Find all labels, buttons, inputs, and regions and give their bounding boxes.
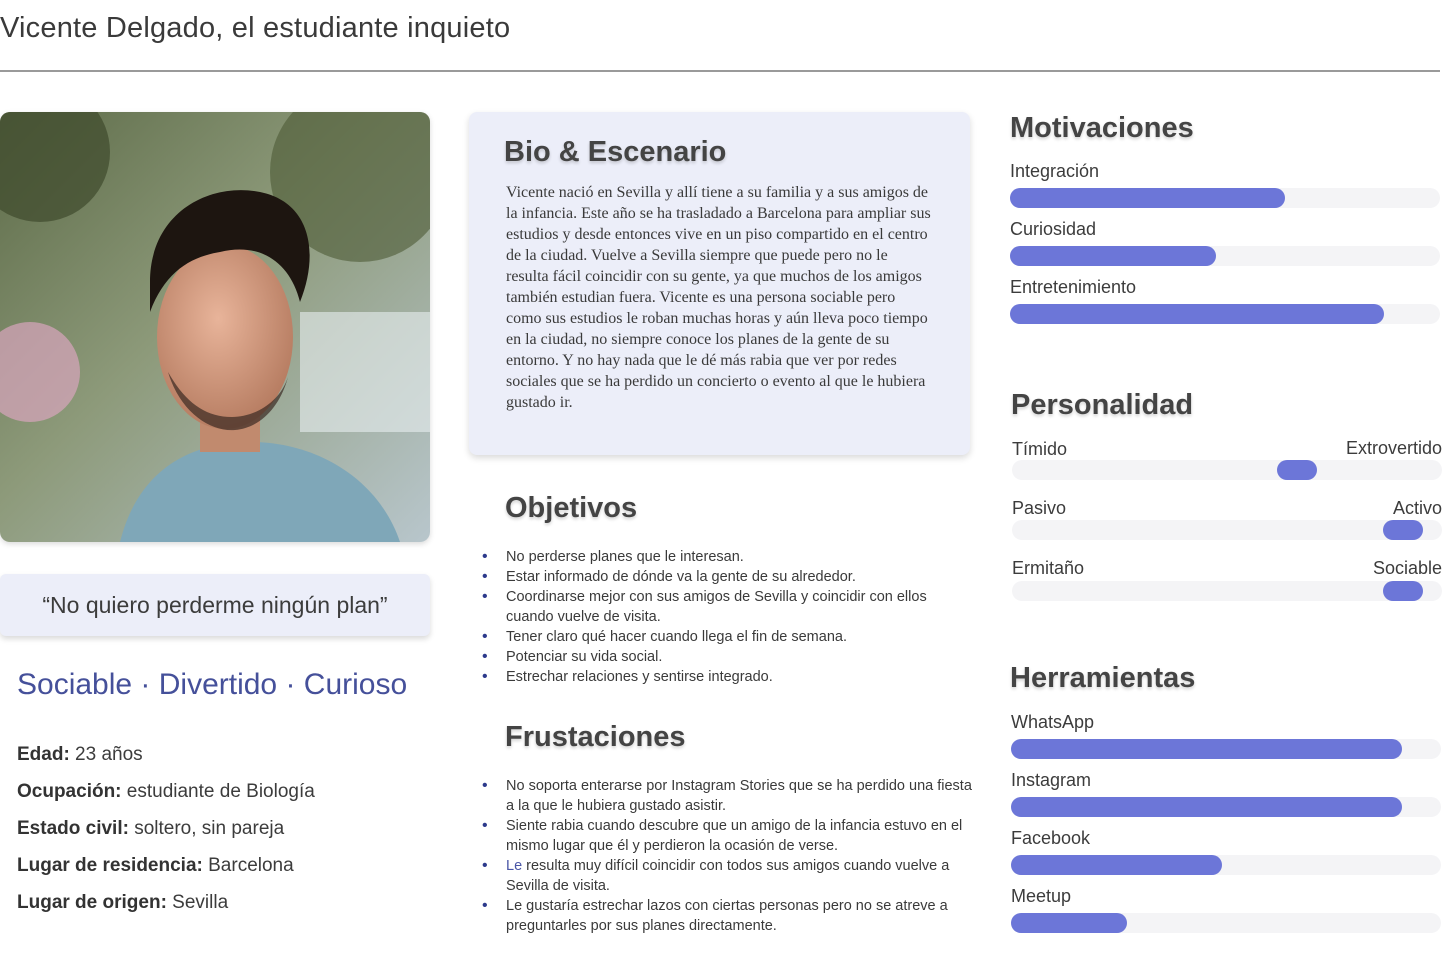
bio-card: Bio & Escenario Vicente nació en Sevilla… (469, 112, 970, 455)
tool-fill (1011, 797, 1403, 817)
fact-value: soltero, sin pareja (128, 818, 285, 839)
fact-label: Lugar de origen: (17, 892, 167, 913)
list-item: Estrechar relaciones y sentirse integrad… (482, 667, 974, 687)
item-text: Le gustaría estrechar lazos con ciertas … (506, 898, 948, 934)
fact-value: Sevilla (166, 892, 229, 913)
fact-origin: Lugar de origen: Sevilla (17, 892, 315, 915)
personality-scale (1012, 520, 1442, 540)
frustrations-heading: Frustaciones (505, 721, 686, 753)
motivation-fill (1010, 304, 1385, 324)
list-item: Tener claro qué hacer cuando llega el fi… (482, 627, 974, 647)
objectives-list: No perderse planes que le interesan. Est… (482, 547, 974, 687)
motivation-label: Integración (1010, 161, 1100, 181)
item-text: No soporta enterarse por Instagram Stori… (506, 778, 972, 814)
list-item: No perderse planes que le interesan. (482, 547, 974, 567)
frustrations-list: No soporta enterarse por Instagram Stori… (482, 776, 974, 936)
fact-label: Lugar de residencia: (17, 855, 203, 876)
motivation-bar (1010, 304, 1440, 324)
fact-value: estudiante de Biología (121, 781, 315, 802)
objectives-heading: Objetivos (505, 492, 638, 524)
scale-right-label: Activo (1392, 498, 1442, 518)
motivation-label: Entretenimiento (1010, 277, 1137, 297)
motivation-label: Curiosidad (1010, 219, 1097, 239)
fact-label: Edad: (17, 744, 70, 765)
personality-scale (1012, 460, 1442, 480)
list-item: Coordinarse mejor con sus amigos de Sevi… (482, 587, 974, 627)
scale-marker (1277, 460, 1317, 480)
fact-residence: Lugar de residencia: Barcelona (17, 855, 315, 878)
scale-right-label: Sociable (1372, 558, 1442, 578)
motivation-bar (1010, 188, 1440, 208)
tool-fill (1011, 855, 1222, 875)
item-text: Siente rabia cuando descubre que un amig… (506, 818, 963, 854)
fact-value: Barcelona (202, 855, 294, 876)
fact-value: 23 años (69, 744, 143, 765)
list-item: Potenciar su vida social. (482, 647, 974, 667)
tool-label: Instagram (1011, 770, 1092, 790)
tool-bar (1011, 913, 1441, 933)
persona-photo (0, 112, 430, 542)
motivations-heading: Motivaciones (1010, 112, 1194, 144)
personality-scale (1012, 581, 1442, 601)
persona-facts: Edad: 23 años Ocupación: estudiante de B… (17, 744, 315, 929)
scale-left-label: Pasivo (1012, 498, 1067, 518)
tool-fill (1011, 739, 1403, 759)
fact-age: Edad: 23 años (17, 744, 315, 767)
quote-card: “No quiero perderme ningún plan” (0, 574, 430, 636)
personality-heading: Personalidad (1011, 389, 1194, 421)
item-text: resulta muy difícil coincidir con todos … (506, 858, 950, 894)
tools-heading: Herramientas (1010, 662, 1196, 694)
scale-left-label: Ermitaño (1012, 558, 1085, 578)
item-lead: Le (506, 858, 523, 874)
bio-text: Vicente nació en Sevilla y allí tiene a … (506, 184, 931, 411)
fact-label: Estado civil: (17, 818, 129, 839)
motivation-fill (1010, 188, 1286, 208)
tool-bar (1011, 797, 1441, 817)
motivation-fill (1010, 246, 1217, 266)
fact-civil-status: Estado civil: soltero, sin pareja (17, 818, 315, 841)
scale-left-label: Tímido (1012, 439, 1068, 459)
tool-bar (1011, 739, 1441, 759)
list-item: Estar informado de dónde va la gente de … (482, 567, 974, 587)
page-title: Vicente Delgado, el estudiante inquieto (0, 12, 511, 44)
list-item: No soporta enterarse por Instagram Stori… (482, 776, 974, 816)
list-item: Le gustaría estrechar lazos con ciertas … (482, 896, 974, 936)
fact-occupation: Ocupación: estudiante de Biología (17, 781, 315, 804)
fact-label: Ocupación: (17, 781, 122, 802)
persona-quote: “No quiero perderme ningún plan” (42, 591, 388, 618)
tool-label: WhatsApp (1011, 712, 1095, 732)
tool-bar (1011, 855, 1441, 875)
scale-marker (1383, 581, 1423, 601)
tool-label: Facebook (1011, 828, 1091, 848)
personality-traits: Sociable · Divertido · Curioso (17, 668, 408, 701)
list-item: Siente rabia cuando descubre que un amig… (482, 816, 974, 856)
tool-fill (1011, 913, 1128, 933)
scale-right-label: Extrovertido (1345, 438, 1442, 458)
motivation-bar (1010, 246, 1440, 266)
scale-marker (1383, 520, 1423, 540)
list-item: Le resulta muy difícil coincidir con tod… (482, 856, 974, 896)
tool-label: Meetup (1011, 886, 1072, 906)
bio-heading: Bio & Escenario (504, 136, 727, 168)
title-divider (0, 70, 1440, 72)
